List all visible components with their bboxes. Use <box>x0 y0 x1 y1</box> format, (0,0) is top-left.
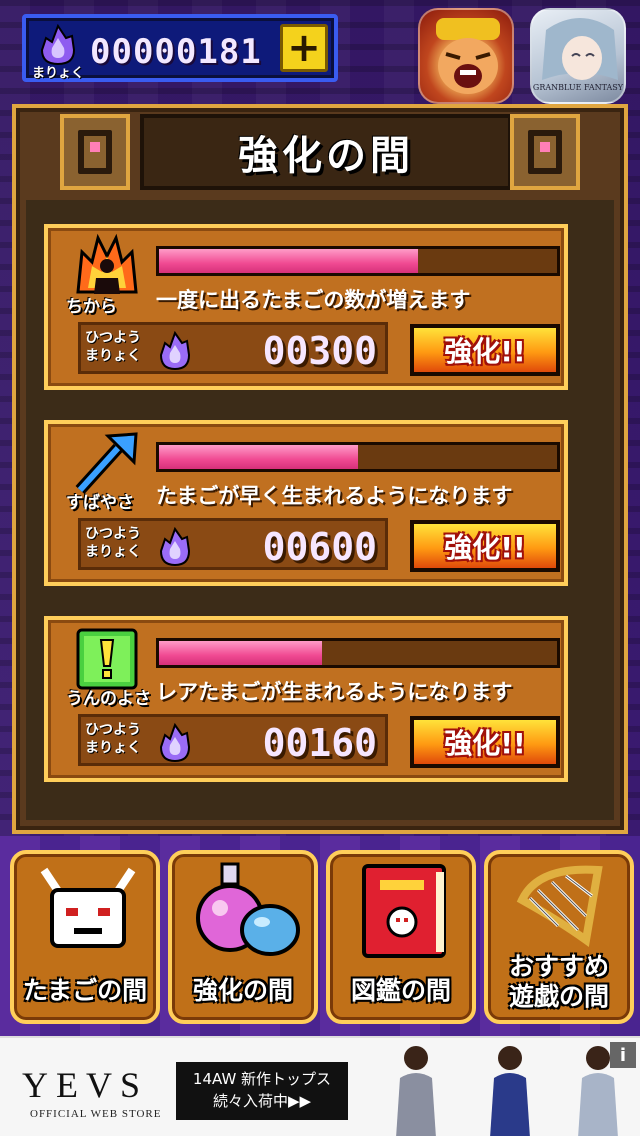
required-magic-label: ひつよう まりょく <box>85 330 141 364</box>
corner-ornament-right <box>510 114 580 190</box>
nav-upgrade-room-label: 強化の間 <box>192 976 293 1005</box>
nav-egg-room[interactable]: たまごの間 <box>10 850 160 1024</box>
upgrade-card-strength: ちから 一度に出るたまごの数が増えます ひつよう まりょく 00300 強化!! <box>44 224 568 390</box>
upgrade-luck-button[interactable]: 強化!! <box>410 716 560 768</box>
granblue-fantasy-app-icon[interactable]: GRANBLUE FANTASY <box>530 8 626 104</box>
ad-promo-line-2: 続々入荷中▶▶ <box>212 1092 312 1110</box>
potion-icon <box>196 862 300 956</box>
barbarian-face-icon <box>436 18 500 94</box>
clash-of-clans-app-icon[interactable] <box>418 8 514 104</box>
book-icon <box>362 864 446 958</box>
nav-upgrade-room[interactable]: 強化の間 <box>168 850 318 1024</box>
upgrade-strength-button[interactable]: 強化!! <box>410 324 560 376</box>
stat-label-speed: すばやさ <box>66 493 134 513</box>
luck-description: レアたまごが生まれるようになります <box>156 680 513 704</box>
title-bar: 強化の間 <box>140 114 512 190</box>
magic-flame-icon <box>159 723 191 763</box>
ad-model-image <box>490 1046 530 1136</box>
magic-flame-icon <box>159 527 191 567</box>
nav-encyclopedia-room-label: 図鑑の間 <box>350 976 451 1005</box>
granblue-fantasy-logo-text: GRANBLUE FANTASY <box>532 83 624 92</box>
bottom-navigation: たまごの間 強化の間 図鑑の間 おすすめ 遊戯の間 <box>0 836 640 1036</box>
speed-progress-fill <box>159 445 358 469</box>
ad-brand-name: YEVS <box>22 1065 149 1105</box>
strength-progress-fill <box>159 249 418 273</box>
ad-banner[interactable]: YEVS OFFICIAL WEB STORE 14AW 新作トップス 続々入荷… <box>0 1036 640 1136</box>
harp-icon <box>516 865 603 947</box>
luck-progress-bar <box>156 638 560 668</box>
upgrade-card-speed: すばやさ たまごが早く生まれるようになります ひつよう まりょく 00600 強… <box>44 420 568 586</box>
speed-progress-bar <box>156 442 560 472</box>
ad-promo-line-1: 14AW 新作トップス <box>192 1070 332 1088</box>
nav-egg-room-label: たまごの間 <box>22 976 148 1005</box>
page-title: 強化の間 <box>238 133 414 179</box>
nav-encyclopedia-room[interactable]: 図鑑の間 <box>326 850 476 1024</box>
luck-cost-box: ひつよう まりょく 00160 <box>78 714 388 766</box>
speed-cost-box: ひつよう まりょく 00600 <box>78 518 388 570</box>
magic-points-counter: まりょく 00000181 + <box>22 14 338 82</box>
upgrade-speed-button[interactable]: 強化!! <box>410 520 560 572</box>
strength-cost-value: 00300 <box>262 329 377 373</box>
upgrade-card-luck: うんのよさ レアたまごが生まれるようになります ひつよう まりょく 00160 … <box>44 616 568 782</box>
luck-cost-value: 00160 <box>262 721 377 765</box>
magic-flame-icon <box>159 331 191 371</box>
nav-recommended-games[interactable]: おすすめ 遊戯の間 <box>484 850 634 1024</box>
magic-points-value: 00000181 <box>90 32 262 72</box>
required-magic-label: ひつよう まりょく <box>85 526 141 560</box>
speed-cost-value: 00600 <box>262 525 377 569</box>
corner-ornament-left <box>60 114 130 190</box>
strength-progress-bar <box>156 246 560 276</box>
ad-model-image <box>396 1046 436 1136</box>
strength-cost-box: ひつよう まりょく 00300 <box>78 322 388 374</box>
magic-points-label: まりょく <box>32 66 85 81</box>
ad-promo-box[interactable]: 14AW 新作トップス 続々入荷中▶▶ <box>176 1062 348 1120</box>
nav-recommended-games-label: おすすめ 遊戯の間 <box>508 952 609 1011</box>
stat-label-luck: うんのよさ <box>66 689 151 709</box>
monster-icon <box>40 867 136 948</box>
speed-description: たまごが早く生まれるようになります <box>156 484 513 508</box>
strength-description: 一度に出るたまごの数が増えます <box>156 288 471 312</box>
luck-progress-fill <box>159 641 323 665</box>
ad-brand-subtitle: OFFICIAL WEB STORE <box>30 1108 162 1120</box>
required-magic-label: ひつよう まりょく <box>85 722 141 756</box>
stat-label-strength: ちから <box>66 297 117 317</box>
ad-info-button[interactable]: i <box>610 1042 636 1068</box>
add-magic-points-button[interactable]: + <box>280 24 328 72</box>
